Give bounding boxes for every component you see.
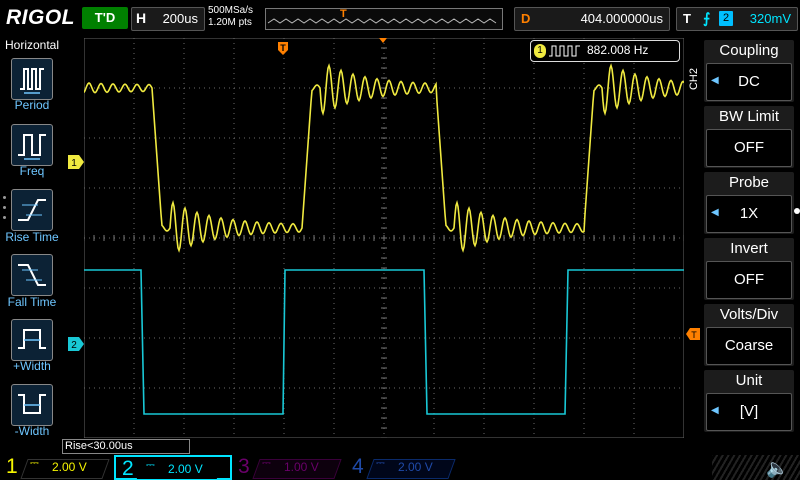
ch2-number: 2 (122, 457, 134, 480)
trigger-source-badge: 2 (719, 11, 733, 26)
trigger-level-marker[interactable]: T (686, 328, 700, 340)
probe-menu-item[interactable]: Probe ◀ 1X (704, 172, 794, 234)
measurement-readout[interactable]: 1 882.008 Hz (530, 40, 680, 62)
menu-channel-tag: CH2 (688, 68, 700, 91)
memory-trigger-marker: T (340, 8, 347, 20)
invert-value: OFF (734, 271, 764, 288)
bw-limit-value: OFF (734, 139, 764, 156)
rise-time-readout: Rise<30.00us (62, 439, 190, 454)
coupling-title: Coupling (719, 42, 779, 59)
trigger-label: T (683, 11, 691, 26)
sample-info: 500MSa/s 1.20M pts (208, 5, 253, 29)
ch3-number: 3 (238, 455, 250, 478)
unit-value: [V] (739, 403, 759, 420)
freq-label: Freq (19, 164, 45, 178)
dc-coupling-icon: ⎓ (30, 457, 39, 469)
period-label: Period (14, 98, 50, 112)
rise-time-button[interactable] (11, 189, 53, 231)
memory-overview-bar (265, 8, 503, 30)
memory-waveform-icon (267, 18, 497, 24)
bw-limit-value-box: OFF (706, 129, 792, 167)
ch1-offset-marker[interactable]: 1 (68, 155, 84, 169)
unit-menu-item[interactable]: Unit ◀ [V] (704, 370, 794, 432)
ch3-scale: 1.00 V (284, 460, 319, 474)
ch2-marker-label: 2 (71, 340, 77, 351)
trigger-position-label: T (280, 43, 286, 53)
invert-value-box: OFF (706, 261, 792, 299)
memory-depth: 1.20M pts (208, 17, 252, 28)
volts-div-menu-item[interactable]: Volts/Div Coarse (704, 304, 794, 366)
unit-title: Unit (735, 372, 763, 389)
freq-icon (18, 134, 46, 160)
rise-time-label: Rise Time (5, 230, 59, 244)
pulse-train-icon (549, 45, 580, 57)
ch1-marker-label: 1 (71, 158, 77, 169)
left-scroll-dot (3, 196, 6, 199)
rise-time-icon (18, 199, 46, 221)
left-scroll-dot (3, 216, 6, 219)
bw-limit-menu-item[interactable]: BW Limit OFF (704, 106, 794, 168)
ch3-status[interactable]: 3 ⎓ 1.00 V (232, 455, 344, 480)
ch2-scale: 2.00 V (168, 462, 203, 476)
ch4-scale: 2.00 V (398, 460, 433, 474)
delay-value: 404.000000us (580, 11, 663, 26)
rising-edge-icon: ⨍ (703, 10, 711, 26)
ch4-number: 4 (352, 455, 364, 478)
neg-width-label: -Width (14, 424, 50, 438)
ch2-offset-marker[interactable]: 2 (68, 337, 84, 351)
horizontal-delay-box[interactable]: D 404.000000us (514, 7, 670, 31)
dc-coupling-icon: ⎓ (262, 457, 271, 469)
pos-width-label: +Width (13, 359, 51, 373)
freq-button[interactable] (11, 124, 53, 166)
run-status-badge[interactable]: T'D (82, 7, 128, 29)
dc-coupling-icon: ⎓ (376, 457, 385, 469)
invert-menu-item[interactable]: Invert OFF (704, 238, 794, 300)
volts-div-title: Volts/Div (719, 306, 779, 323)
coupling-value-box: ◀ DC (706, 63, 792, 101)
pos-width-button[interactable] (11, 319, 53, 361)
measurement-value: 882.008 Hz (587, 43, 649, 57)
measurement-channel-badge: 1 (534, 44, 546, 58)
fall-time-icon (18, 264, 46, 286)
probe-value-box: ◀ 1X (706, 195, 792, 233)
invert-title: Invert (730, 240, 768, 257)
left-scroll-dot (3, 206, 6, 209)
neg-width-icon (18, 394, 46, 414)
probe-title: Probe (728, 174, 770, 191)
trigger-level: 320mV (749, 11, 791, 26)
trigger-info-box[interactable]: T ⨍ 2 320mV (676, 7, 798, 31)
volts-div-value-box: Coarse (706, 327, 792, 365)
ch1-status[interactable]: 1 ⎓ 2.00 V (0, 455, 112, 480)
period-button[interactable] (11, 58, 53, 100)
volts-div-value: Coarse (724, 337, 774, 354)
ch1-scale: 2.00 V (52, 460, 87, 474)
timebase-value: 200us (162, 11, 198, 26)
left-menu-title: Horizontal (4, 38, 60, 52)
brand-logo: RIGOL (6, 6, 75, 29)
pos-width-icon (18, 329, 46, 349)
coupling-value: DC (738, 73, 760, 90)
sample-rate: 500MSa/s (208, 5, 254, 16)
coupling-menu-item[interactable]: Coupling ◀ DC (704, 40, 794, 102)
trigger-level-marker-label: T (691, 330, 697, 340)
bw-limit-title: BW Limit (719, 108, 779, 125)
fall-time-button[interactable] (11, 254, 53, 296)
fall-time-label: Fall Time (7, 295, 57, 309)
ch4-status[interactable]: 4 ⎓ 2.00 V (346, 455, 458, 480)
timebase-label: H (136, 10, 147, 26)
waveform-display[interactable]: T (84, 38, 684, 438)
neg-width-button[interactable] (11, 384, 53, 426)
delay-label: D (521, 11, 531, 26)
speaker-icon[interactable]: 🔈 (766, 458, 788, 479)
ch2-status[interactable]: 2 ⎓ 2.00 V (114, 455, 232, 480)
dc-coupling-icon: ⎓ (146, 459, 155, 471)
menu-page-indicator (794, 208, 800, 214)
unit-value-box: ◀ [V] (706, 393, 792, 431)
period-icon (20, 68, 44, 94)
probe-value: 1X (739, 205, 759, 222)
ch1-number: 1 (6, 455, 18, 478)
timebase-box[interactable]: H 200us (131, 7, 205, 31)
